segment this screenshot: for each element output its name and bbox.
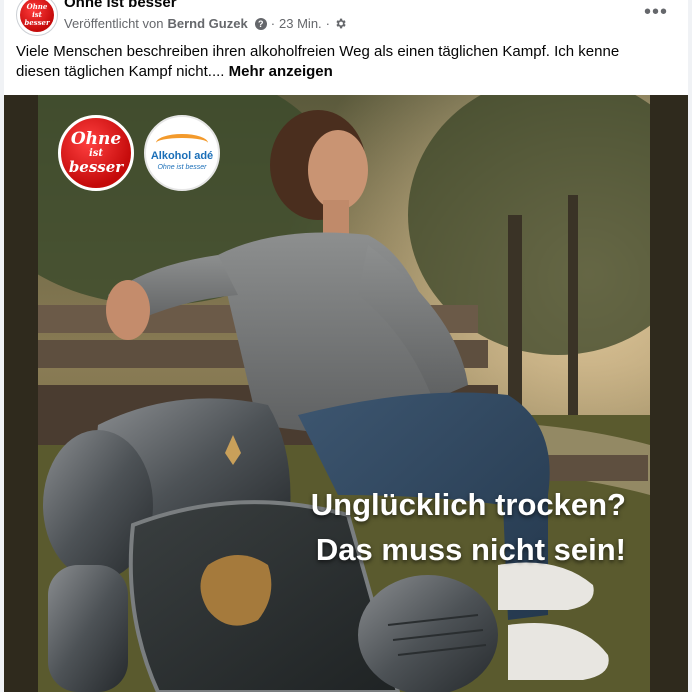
ohne-ist-besser-logo-icon: Ohne ist besser [20,0,54,32]
ohne-ist-besser-logo: Ohne ist besser [58,115,134,191]
logo-ohne-line3: besser [68,158,124,176]
post-card: Ohne ist besser Ohne ist besser Veröffen… [4,0,688,692]
post-photo[interactable]: Ohne ist besser Alkohol adé Ohne ist bes… [38,95,650,692]
headline-line2: Das muss nicht sein! [315,532,626,567]
page-name-link[interactable]: Ohne ist besser [64,0,177,11]
logo-ade-title: Alkohol adé [150,150,214,162]
post-timestamp[interactable]: 23 Min. [279,16,322,31]
post-meta: Veröffentlicht von Bernd Guzek ? · 23 Mi… [64,16,347,31]
logo-ohne-line1: Ohne [70,129,122,149]
logo-ade-tagline: Ohne ist besser [157,164,207,171]
photo-illustration [38,95,650,692]
gear-icon[interactable] [334,17,347,30]
question-icon[interactable]: ? [254,17,267,30]
separator-dot: · [325,16,331,31]
alkohol-ade-logo: Alkohol adé Ohne ist besser [144,115,220,191]
avatar-logo-line3: besser [24,18,50,27]
headline-line1: Unglücklich trocken? [310,487,626,522]
page-avatar[interactable]: Ohne ist besser [16,0,58,36]
see-more-link[interactable]: Mehr anzeigen [229,63,333,80]
published-by-label: Veröffentlicht von [64,16,164,31]
post-text: Viele Menschen beschreiben ihren alkohol… [16,42,666,82]
post-media[interactable]: Ohne ist besser Alkohol adé Ohne ist bes… [4,95,688,692]
author-link[interactable]: Bernd Guzek [168,16,248,31]
separator-dot: · [270,16,276,31]
more-options-button[interactable]: ••• [638,0,674,24]
